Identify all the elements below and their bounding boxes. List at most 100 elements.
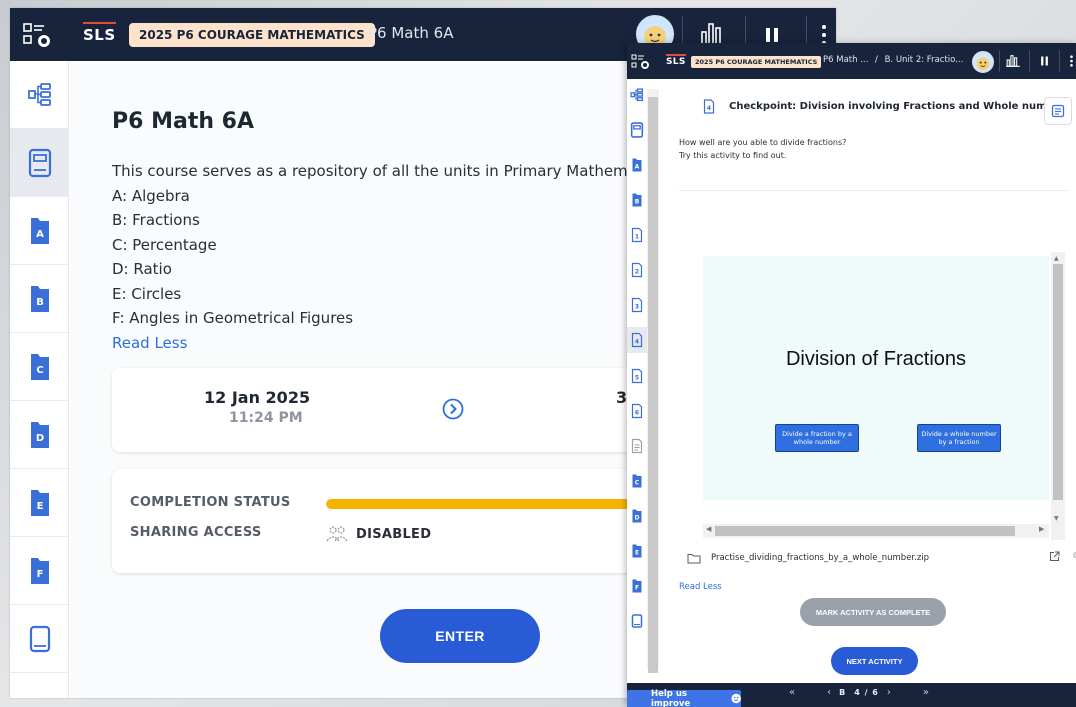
nav-lesson-3[interactable]: 3 [627,295,647,315]
svg-text:B: B [635,199,640,206]
help-improve-button[interactable]: Help us improve [627,689,741,707]
nav-unit-b[interactable]: B [10,265,69,333]
description-line: How well are you able to divide fraction… [679,138,847,147]
folder-icon: E [632,544,642,558]
checkpoint-description: How well are you able to divide fraction… [679,136,846,162]
nav-lesson-6[interactable]: 6 [627,401,647,421]
description-line: C: Percentage [112,235,217,254]
nav-unit-d[interactable]: D [627,506,647,526]
sharing-value: DISABLED [356,526,432,542]
nav-course-overview[interactable] [627,120,647,140]
smiley-icon [731,693,741,704]
sharing-label: SHARING ACCESS [130,525,262,540]
description-line: A: Algebra [112,186,190,205]
nav-course-overview[interactable] [10,129,69,197]
nav-lesson-4[interactable]: 4 [627,327,647,353]
next-activity-button[interactable]: NEXT ACTIVITY [831,647,918,675]
first-page-button[interactable]: « [789,687,795,698]
scroll-right-icon[interactable]: ▶ [1039,525,1044,533]
interactive-frame: Division of Fractions Divide a fraction … [683,212,1073,546]
document-icon [631,438,643,454]
nav-document[interactable] [627,436,647,456]
sidebar-scrollbar-thumb[interactable] [648,97,658,673]
divide-fraction-by-whole-button[interactable]: Divide a fraction by a whole number [775,424,859,452]
activity-title: Division of Fractions [785,348,967,370]
open-external-icon[interactable] [1049,551,1070,562]
pager: « ‹ B 4 / 6 › » [789,687,929,698]
copyright-mark[interactable]: © [1072,551,1076,560]
page-icon: 3 [631,297,643,313]
scroll-up-icon[interactable]: ▲ [1054,255,1059,262]
completion-progress [326,499,666,509]
nav-unit-c[interactable]: C [627,471,647,491]
notes-button[interactable] [1044,97,1072,125]
book-icon [29,625,50,652]
top-bar: SLS 2025 P6 COURAGE MATHEMATICS P6 Math … [627,43,1076,79]
attachment-row[interactable]: Practise_dividing_fractions_by_a_whole_n… [687,548,1076,568]
read-less-link[interactable]: Read Less [112,331,637,356]
nav-unit-a[interactable]: A [10,197,69,265]
breadcrumb-course[interactable]: P6 Math ... [823,55,868,65]
nav-lesson-5[interactable]: 5 [627,366,647,386]
folder-icon: F [632,579,642,593]
nav-unit-f[interactable]: F [627,576,647,596]
next-page-button[interactable]: › [887,687,891,698]
scroll-down-icon[interactable]: ▼ [1054,515,1059,522]
course-pill[interactable]: 2025 P6 COURAGE MATHEMATICS [691,56,822,68]
menu-grid-icon[interactable] [631,54,651,70]
divider [1029,50,1030,72]
last-page-button[interactable]: » [923,687,929,698]
scroll-left-icon[interactable]: ◀ [706,525,711,533]
pause-icon[interactable] [1040,54,1049,68]
activity-canvas: Division of Fractions Divide a fraction … [703,256,1049,500]
menu-grid-icon[interactable] [22,22,54,48]
completion-progress-fill [326,499,666,509]
course-description: This course serves as a repository of al… [112,159,637,355]
breadcrumb-unit[interactable]: B. Unit 2: Fractio... [885,55,964,65]
course-sidebar: A B C D E F [10,61,69,698]
nav-tree-view[interactable] [627,85,647,105]
sls-logo[interactable]: SLS [666,54,686,68]
breadcrumb[interactable]: P6 Math 6A [368,24,453,42]
read-less-link[interactable]: Read Less [679,582,722,592]
frame-vertical-scrollbar-thumb[interactable] [1053,264,1063,500]
svg-text:4: 4 [707,105,711,112]
svg-text:5: 5 [635,375,639,382]
sls-logo[interactable]: SLS [83,22,116,45]
pager-section: B [839,688,847,697]
book-icon [631,614,643,628]
nav-resources[interactable] [627,611,647,631]
nav-unit-d[interactable]: D [10,401,69,469]
attachment-name[interactable]: Practise_dividing_fractions_by_a_whole_n… [711,553,929,563]
divider [999,50,1000,72]
page-icon: 1 [631,227,643,243]
course-pill[interactable]: 2025 P6 COURAGE MATHEMATICS [129,23,375,47]
nav-resources[interactable] [10,605,69,673]
nav-unit-c[interactable]: C [10,333,69,401]
nav-tree-view[interactable] [10,61,69,129]
svg-text:A: A [36,229,44,240]
nav-lesson-1[interactable]: 1 [627,225,647,245]
nav-unit-e[interactable]: E [10,469,69,537]
svg-text:A: A [635,164,640,171]
more-vertical-icon[interactable] [1069,54,1074,68]
folder-icon: C [30,353,49,380]
prev-page-button[interactable]: ‹ [827,687,831,698]
mark-complete-button[interactable]: MARK ACTIVITY AS COMPLETE [800,598,946,626]
nav-unit-f[interactable]: F [10,537,69,605]
nav-unit-a[interactable]: A [627,155,647,175]
nav-lesson-2[interactable]: 2 [627,260,647,280]
folder-icon: E [30,489,49,516]
avatar[interactable] [972,51,994,73]
folder-icon: F [30,557,49,584]
nav-unit-e[interactable]: E [627,541,647,561]
enter-button[interactable]: ENTER [380,609,540,663]
frame-horizontal-scrollbar-thumb[interactable] [715,526,1015,536]
checkpoint-header: 4 Checkpoint: Division involving Fractio… [703,99,1065,114]
nav-unit-b[interactable]: B [627,190,647,210]
checkpoint-title: Checkpoint: Division involving Fractions… [729,101,1066,112]
pager-page: 4 / 6 [854,688,879,697]
activity-sidebar: A B 1 2 3 4 5 6 C D E F [627,79,659,683]
stats-chart-icon[interactable] [1005,54,1021,68]
divide-whole-by-fraction-button[interactable]: Divide a whole number by a fraction [917,424,1001,452]
